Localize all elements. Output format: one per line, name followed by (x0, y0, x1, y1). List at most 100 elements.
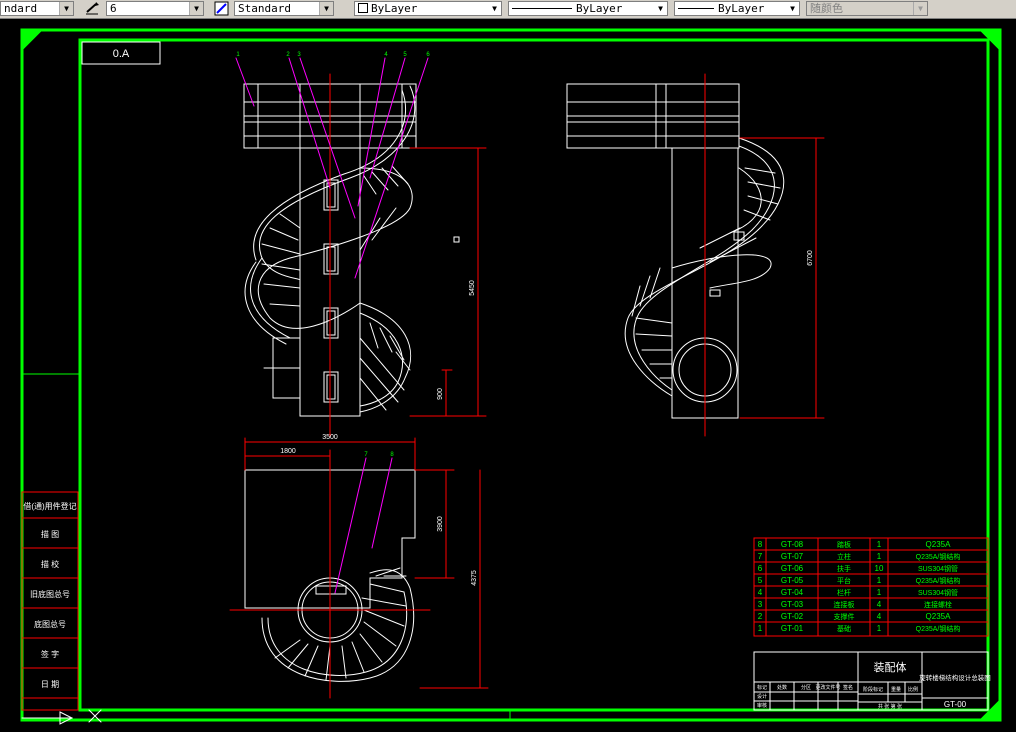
tb-cell: 标记 (757, 684, 767, 691)
lineweight-value: ByLayer (718, 2, 765, 15)
tb-cell: 共 张 第 张 (878, 703, 902, 710)
bom-code: GT-01 (781, 624, 804, 633)
bom-row: 1 GT-01 基础 1 Q235A/钢结构 (758, 624, 961, 633)
bom-code: GT-08 (781, 540, 804, 549)
tb-cell: 阶段标记 (863, 686, 883, 693)
dim-scale-select[interactable]: 6 ▼ (106, 1, 204, 16)
tb-cell: 签名 (843, 684, 853, 691)
table-style-icon[interactable] (214, 1, 230, 16)
linetype-value: ByLayer (576, 2, 623, 15)
bom-row: 4 GT-04 栏杆 1 SUS304钢管 (758, 588, 958, 597)
dim-plan-offset: 1800 (280, 448, 296, 455)
bom-code: GT-04 (781, 588, 804, 597)
dim-front-base: 900 (437, 388, 444, 400)
balloon-8: 8 (390, 452, 394, 458)
drawing-number: GT-00 (944, 700, 967, 709)
bom-code: GT-03 (781, 600, 804, 609)
assembly-label: 装配体 (874, 660, 907, 674)
linetype-preview-icon (512, 8, 572, 9)
tb-cell: 处数 (777, 684, 787, 691)
bom-no: 1 (758, 624, 763, 633)
balloon-6: 6 (426, 52, 430, 58)
bom-qty: 4 (877, 600, 882, 609)
bom-qty: 10 (875, 564, 884, 573)
properties-toolbar: ndard ▼ 6 ▼ Standard ▼ ByLayer ▼ ByLayer… (0, 0, 1016, 19)
side-view (566, 83, 785, 419)
side-label-4: 底图总号 (34, 619, 66, 629)
chevron-down-icon[interactable]: ▼ (786, 2, 799, 15)
bom-no: 3 (758, 600, 763, 609)
bom-name: 基础 (837, 624, 851, 633)
bom-name: 扶手 (837, 564, 851, 573)
color-control-select[interactable]: ByLayer ▼ (354, 1, 502, 16)
ucs-icon (21, 709, 102, 725)
grip-marker (453, 236, 460, 243)
tb-cell: 比例 (908, 686, 918, 693)
dim-scale-value: 6 (110, 2, 117, 15)
dim-plan-depth2: 4375 (471, 570, 478, 586)
text-style-select[interactable]: ndard ▼ (0, 1, 74, 16)
side-title-strip (21, 491, 79, 711)
bom-no: 8 (758, 540, 763, 549)
side-label-3: 旧底图总号 (30, 589, 70, 599)
bom-name: 踏板 (837, 540, 851, 549)
chevron-down-icon[interactable]: ▼ (488, 2, 501, 15)
lineweight-control-select[interactable]: ByLayer ▼ (674, 1, 800, 16)
bom-name: 支撑件 (834, 612, 855, 621)
tb-cell: 设计 (757, 693, 767, 700)
linetype-control-select[interactable]: ByLayer ▼ (508, 1, 668, 16)
bom-no: 4 (758, 588, 763, 597)
bom-no: 6 (758, 564, 763, 573)
bom-name: 平台 (837, 576, 851, 585)
bom-material: 连接螺栓 (924, 600, 952, 609)
plot-style-value: 随颜色 (810, 2, 843, 15)
balloon-4: 4 (384, 52, 388, 58)
bom-name: 栏杆 (837, 588, 851, 597)
bom-material: Q235A (926, 540, 952, 549)
drawing-title: 旋转楼梯结构设计总装图 (919, 673, 991, 682)
color-value: ByLayer (371, 2, 418, 15)
chevron-down-icon[interactable]: ▼ (189, 2, 203, 15)
bom-qty: 1 (877, 624, 882, 633)
tb-cell: 更改文件号 (815, 684, 840, 691)
tb-cell: 分区 (801, 684, 811, 691)
tb-cell: 审核 (757, 702, 767, 709)
dim-front-height: 5450 (469, 280, 476, 296)
bom-name: 连接板 (834, 600, 855, 609)
balloon-2: 2 (286, 52, 290, 58)
drawing-canvas[interactable]: 0.A 借(通)用件登记 描 图 描 校 旧底图总号 底图总号 签 字 日 期 (0, 18, 1016, 727)
bom-qty: 4 (877, 612, 882, 621)
bom-row: 3 GT-03 连接板 4 连接螺栓 (758, 600, 952, 609)
bom-code: GT-06 (781, 564, 804, 573)
bom-row: 8 GT-08 踏板 1 Q235A (758, 540, 951, 549)
lineweight-preview-icon (678, 8, 714, 9)
bom-no: 5 (758, 576, 763, 585)
side-label-5: 签 字 (41, 649, 59, 659)
chevron-down-icon[interactable]: ▼ (319, 2, 333, 15)
dim-style-select[interactable]: Standard ▼ (234, 1, 334, 16)
plot-style-select: 随颜色 ▼ (806, 1, 928, 16)
dimension-style-icon[interactable] (84, 1, 100, 16)
dim-plan-width: 3500 (322, 434, 338, 441)
bom-material: SUS304钢管 (918, 564, 958, 573)
balloon-3: 3 (297, 52, 301, 58)
side-label-0: 借(通)用件登记 (23, 501, 76, 511)
bom-material: SUS304钢管 (918, 588, 958, 597)
dim-style-value: Standard (238, 2, 291, 15)
chevron-down-icon[interactable]: ▼ (59, 2, 73, 15)
plan-dimensions (244, 437, 489, 689)
bom-row: 6 GT-06 扶手 10 SUS304钢管 (758, 564, 958, 573)
bom-no: 2 (758, 612, 763, 621)
side-label-6: 日 期 (41, 680, 59, 689)
bom-material: Q235A/钢结构 (916, 552, 961, 561)
bom-qty: 1 (877, 540, 882, 549)
color-swatch-icon (358, 3, 368, 13)
chevron-down-icon[interactable]: ▼ (654, 2, 667, 15)
bom-qty: 1 (877, 552, 882, 561)
cad-drawing: 0.A 借(通)用件登记 描 图 描 校 旧底图总号 底图总号 签 字 日 期 (20, 28, 1002, 725)
bom-row: 5 GT-05 平台 1 Q235A/钢结构 (758, 576, 961, 585)
dim-plan-depth1: 3900 (437, 516, 444, 532)
bom-material: Q235A (926, 612, 952, 621)
bom-qty: 1 (877, 576, 882, 585)
balloon-5: 5 (403, 52, 407, 58)
